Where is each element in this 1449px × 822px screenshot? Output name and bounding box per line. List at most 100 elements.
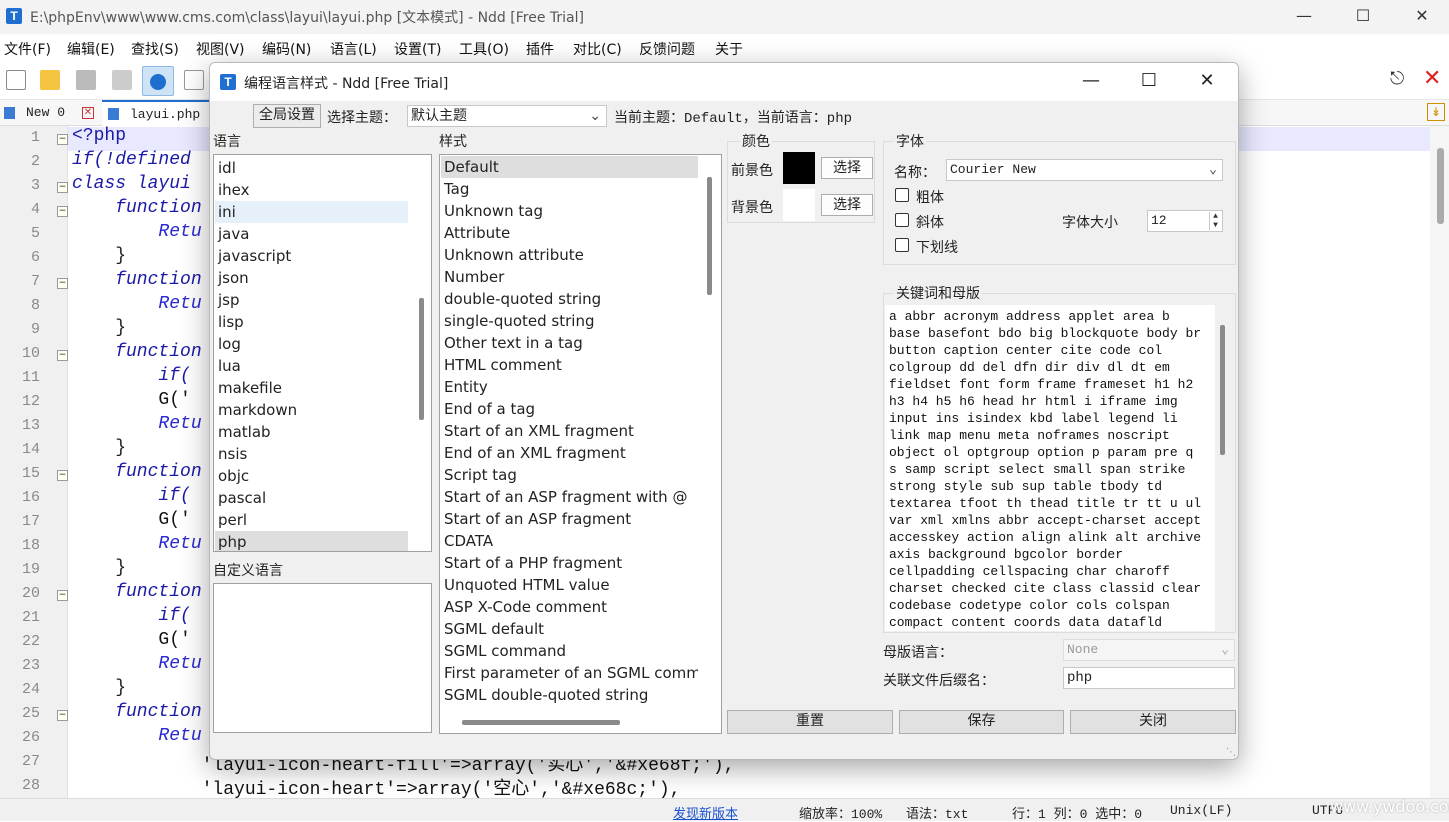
style-item[interactable]: HTML comment xyxy=(441,354,698,376)
language-item[interactable]: nsis xyxy=(215,443,408,465)
menu-edit[interactable]: 编辑(E) xyxy=(67,39,115,59)
save-all-icon[interactable] xyxy=(112,70,132,90)
background-color-swatch[interactable] xyxy=(783,189,815,221)
style-item[interactable]: ASP X-Code comment xyxy=(441,596,698,618)
language-item[interactable]: matlab xyxy=(215,421,408,443)
menu-feedback[interactable]: 反馈问题 xyxy=(639,39,695,59)
menu-language[interactable]: 语言(L) xyxy=(330,39,377,59)
maximize-icon[interactable]: ☐ xyxy=(1334,0,1392,34)
editor-scrollbar[interactable] xyxy=(1430,126,1449,798)
menu-encoding[interactable]: 编码(N) xyxy=(262,39,311,59)
update-link[interactable]: 发现新版本 xyxy=(673,803,738,822)
foreground-color-swatch[interactable] xyxy=(783,152,815,184)
style-item[interactable]: Start of a PHP fragment xyxy=(441,552,698,574)
style-item[interactable]: Entity xyxy=(441,376,698,398)
editor-scrollbar-thumb[interactable] xyxy=(1437,148,1444,224)
style-item[interactable]: SGML default xyxy=(441,618,698,640)
style-item[interactable]: Unquoted HTML value xyxy=(441,574,698,596)
tab-layui-php[interactable]: layui.php xyxy=(102,100,212,126)
copy-icon[interactable] xyxy=(184,70,204,90)
mother-lang-select[interactable]: None ⌄ xyxy=(1063,639,1235,661)
style-item[interactable]: Tag xyxy=(441,178,698,200)
close-file-icon[interactable]: ✕ xyxy=(1423,66,1441,91)
pin-icon[interactable]: ⎋ xyxy=(1390,68,1404,89)
style-item[interactable]: double-quoted string xyxy=(441,288,698,310)
language-item[interactable]: ini xyxy=(215,201,408,223)
style-item[interactable]: End of an XML fragment xyxy=(441,442,698,464)
fold-marker-icon[interactable]: − xyxy=(57,590,68,601)
style-list[interactable]: Default Tag Unknown tag Attribute Unknown at… xyxy=(439,154,722,734)
language-item[interactable]: jsp xyxy=(215,289,408,311)
bold-checkbox[interactable] xyxy=(895,188,909,202)
style-item[interactable]: Start of an XML fragment xyxy=(441,420,698,442)
fold-marker-icon[interactable]: − xyxy=(57,278,68,289)
style-settings-icon[interactable] xyxy=(142,66,174,96)
language-item[interactable]: objc xyxy=(215,465,408,487)
italic-checkbox[interactable] xyxy=(895,213,909,227)
theme-select[interactable]: 默认主题 ⌄ xyxy=(407,105,607,127)
fold-marker-icon[interactable]: − xyxy=(57,350,68,361)
style-item[interactable]: SGML command xyxy=(441,640,698,662)
menu-plugins[interactable]: 插件 xyxy=(526,39,554,59)
language-list[interactable]: idl ihex ini java javascript json jsp lisp log lu… xyxy=(213,154,432,552)
font-size-spinbox[interactable]: 12 ▲ ▼ xyxy=(1147,210,1223,232)
style-list-hscrollbar[interactable] xyxy=(462,720,620,725)
style-item[interactable]: Number xyxy=(441,266,698,288)
fold-marker-icon[interactable]: − xyxy=(57,470,68,481)
fold-marker-icon[interactable]: − xyxy=(57,206,68,217)
style-item[interactable]: Unknown attribute xyxy=(441,244,698,266)
background-choose-button[interactable]: 选择 xyxy=(821,194,873,216)
reset-button[interactable]: 重置 xyxy=(727,710,893,734)
chevron-down-icon[interactable]: ↡ xyxy=(1427,103,1445,121)
language-item[interactable]: ihex xyxy=(215,179,408,201)
language-item[interactable]: lisp xyxy=(215,311,408,333)
language-item[interactable]: log xyxy=(215,333,408,355)
dialog-close-icon[interactable]: ✕ xyxy=(1178,63,1236,101)
fold-marker-icon[interactable]: − xyxy=(57,182,68,193)
style-item[interactable]: Start of an ASP fragment xyxy=(441,508,698,530)
language-item[interactable]: json xyxy=(215,267,408,289)
language-item[interactable]: java xyxy=(215,223,408,245)
foreground-choose-button[interactable]: 选择 xyxy=(821,157,873,179)
resize-grip-icon[interactable]: ⋱ xyxy=(1226,747,1236,758)
menu-view[interactable]: 视图(V) xyxy=(196,39,245,59)
language-item[interactable]: makefile xyxy=(215,377,408,399)
style-item[interactable]: SGML double-quoted string xyxy=(441,684,698,706)
style-item[interactable]: Attribute xyxy=(441,222,698,244)
menu-file[interactable]: 文件(F) xyxy=(4,39,51,59)
menu-compare[interactable]: 对比(C) xyxy=(573,39,622,59)
minimize-icon[interactable]: — xyxy=(1275,0,1333,34)
language-item[interactable]: javascript xyxy=(215,245,408,267)
menu-settings[interactable]: 设置(T) xyxy=(394,39,441,59)
style-item[interactable]: Start of an ASP fragment with @ xyxy=(441,486,698,508)
keywords-scrollbar[interactable] xyxy=(1220,325,1225,455)
eol-status[interactable]: Unix(LF) xyxy=(1170,803,1232,818)
language-list-scrollbar[interactable] xyxy=(419,298,424,420)
style-item[interactable]: CDATA xyxy=(441,530,698,552)
language-item[interactable]: markdown xyxy=(215,399,408,421)
dialog-minimize-icon[interactable]: — xyxy=(1062,63,1120,101)
tab-close-icon[interactable]: ✕ xyxy=(82,107,94,119)
close-icon[interactable]: ✕ xyxy=(1393,0,1449,34)
new-file-icon[interactable] xyxy=(6,70,26,90)
language-item[interactable]: lua xyxy=(215,355,408,377)
menu-about[interactable]: 关于 xyxy=(715,39,743,59)
style-item[interactable]: Default xyxy=(441,156,698,178)
close-button[interactable]: 关闭 xyxy=(1070,710,1236,734)
language-item[interactable]: pascal xyxy=(215,487,408,509)
global-settings-button[interactable]: 全局设置 xyxy=(253,104,321,128)
menu-search[interactable]: 查找(S) xyxy=(131,39,179,59)
fold-marker-icon[interactable]: − xyxy=(57,134,68,145)
language-item[interactable]: idl xyxy=(215,157,408,179)
keywords-textarea[interactable]: a abbr acronym address applet area b base… xyxy=(885,305,1215,631)
spin-arrows-icon[interactable]: ▲ ▼ xyxy=(1209,212,1221,230)
language-item[interactable]: php xyxy=(215,531,408,551)
save-button[interactable]: 保存 xyxy=(899,710,1064,734)
font-name-select[interactable]: Courier New ⌄ xyxy=(946,159,1223,181)
language-item[interactable]: perl xyxy=(215,509,408,531)
ext-input[interactable]: php xyxy=(1063,667,1235,689)
style-item[interactable]: Unknown tag xyxy=(441,200,698,222)
custom-language-list[interactable] xyxy=(213,583,432,733)
tab-new-0[interactable]: New 0 ✕ xyxy=(0,100,100,126)
dialog-maximize-icon[interactable]: ☐ xyxy=(1120,63,1178,101)
